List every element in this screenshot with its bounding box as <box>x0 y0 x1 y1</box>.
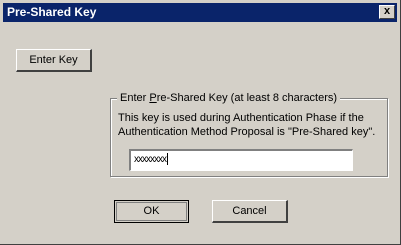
title-bar[interactable]: Pre-Shared Key x <box>3 3 397 22</box>
text-caret <box>167 153 168 166</box>
ok-button[interactable]: OK <box>114 200 189 223</box>
enter-key-button[interactable]: Enter Key <box>16 49 92 72</box>
dialog-title: Pre-Shared Key <box>7 5 97 19</box>
groupbox-description: This key is used during Authentication P… <box>118 112 376 138</box>
masked-key-value: xxxxxxxx <box>134 153 168 166</box>
pre-shared-key-dialog: Pre-Shared Key x Enter Key Enter Pre-Sha… <box>0 0 401 245</box>
cancel-button[interactable]: Cancel <box>212 200 288 223</box>
close-button[interactable]: x <box>379 5 395 19</box>
groupbox-label: Enter Pre-Shared Key (at least 8 charact… <box>117 91 341 105</box>
pre-shared-key-input[interactable]: xxxxxxxx <box>129 149 353 171</box>
close-icon: x <box>383 5 391 17</box>
